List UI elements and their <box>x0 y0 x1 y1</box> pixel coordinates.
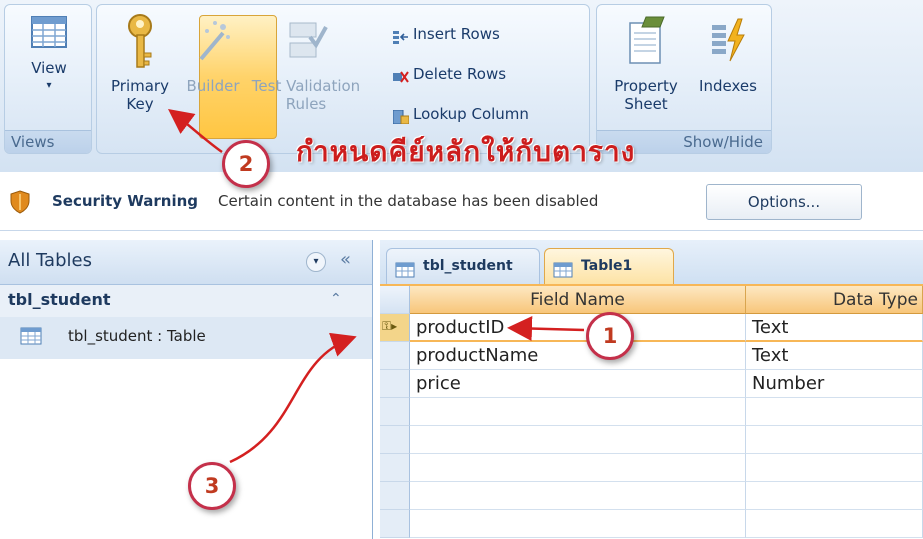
options-button[interactable]: Options... <box>706 184 862 220</box>
security-warning-bar: Security Warning Certain content in the … <box>0 172 923 231</box>
indexes-lightning-icon <box>708 13 748 71</box>
data-type-cell[interactable] <box>746 482 923 510</box>
field-name-cell[interactable] <box>410 426 746 454</box>
data-type-cell[interactable] <box>746 454 923 482</box>
insert-rows-label: Insert Rows <box>413 25 500 43</box>
row-selector[interactable] <box>380 370 410 398</box>
security-warning-message: Certain content in the database has been… <box>218 192 599 210</box>
document-tabs: tbl_student Table1 <box>380 240 923 286</box>
nav-dropdown-icon[interactable]: ▾ <box>306 252 326 272</box>
nav-item-label: tbl_student : Table <box>68 327 206 345</box>
primary-key-indicator-icon: ⚿▸ <box>382 319 398 333</box>
tab-label: Table1 <box>581 258 633 274</box>
property-sheet-label-1: Property <box>614 77 678 95</box>
property-sheet-button[interactable]: Property Sheet <box>605 13 687 113</box>
views-group: View ▾ Views <box>4 4 92 154</box>
collapse-group-icon[interactable]: ⌃ <box>330 291 342 307</box>
security-warning-title: Security Warning <box>52 192 199 210</box>
builder-label: Builder <box>186 77 240 95</box>
nav-group-header[interactable]: tbl_student ⌃ <box>0 285 372 318</box>
tab-tbl-student[interactable]: tbl_student <box>386 248 540 284</box>
primary-key-button[interactable]: Primary Key <box>103 13 177 113</box>
view-button[interactable]: View ▾ <box>15 13 83 95</box>
row-selector[interactable] <box>380 454 410 482</box>
delete-rows-icon <box>393 68 409 83</box>
table-icon <box>20 327 42 349</box>
nav-pane-header[interactable]: All Tables ▾ « <box>0 240 372 285</box>
row-selector[interactable]: ⚿▸ <box>380 314 410 342</box>
insert-rows-icon <box>393 28 409 44</box>
data-type-cell[interactable] <box>746 426 923 454</box>
row-selector[interactable] <box>380 510 410 538</box>
data-type-header[interactable]: Data Type <box>746 286 923 314</box>
view-icon <box>29 13 69 53</box>
primary-key-label-1: Primary <box>111 77 169 95</box>
lookup-column-button[interactable]: Lookup Column <box>392 103 529 125</box>
thai-caption: กำหนดคีย์หลักให้กับตาราง <box>296 135 636 168</box>
data-type-cell[interactable] <box>746 510 923 538</box>
nav-group-label: tbl_student <box>8 290 111 309</box>
test-validation-rules-button[interactable]: Test Validation Rules <box>251 13 361 113</box>
test-validation-label-2: Rules <box>285 95 327 113</box>
step-2-marker: 2 <box>222 140 270 188</box>
indexes-button[interactable]: Indexes <box>693 13 763 95</box>
field-name-cell[interactable]: productID <box>410 314 746 342</box>
builder-wand-icon <box>193 13 233 71</box>
nav-pane-title: All Tables <box>8 250 92 271</box>
navigation-pane: All Tables ▾ « tbl_student ⌃ tbl_student… <box>0 240 373 539</box>
collapse-pane-icon[interactable]: « <box>340 249 351 270</box>
row-selector[interactable] <box>380 342 410 370</box>
row-selector[interactable] <box>380 398 410 426</box>
data-type-cell[interactable]: Text <box>746 314 923 342</box>
row-selector[interactable] <box>380 482 410 510</box>
test-validation-label-1: Test Validation <box>251 77 361 95</box>
property-sheet-label-2: Sheet <box>624 95 668 113</box>
shield-icon <box>10 190 30 218</box>
property-sheet-icon <box>624 13 668 71</box>
key-icon <box>120 13 160 71</box>
delete-rows-button[interactable]: Delete Rows <box>393 63 506 85</box>
field-name-cell[interactable] <box>410 398 746 426</box>
step-3-marker: 3 <box>188 462 236 510</box>
field-name-cell[interactable] <box>410 454 746 482</box>
indexes-label: Indexes <box>699 77 757 95</box>
field-name-header[interactable]: Field Name <box>410 286 746 314</box>
lookup-column-icon <box>392 108 410 124</box>
field-name-cell[interactable] <box>410 510 746 538</box>
table-design-grid: Field Name Data Type ⚿▸ productID Text p… <box>380 286 923 539</box>
insert-rows-button[interactable]: Insert Rows <box>393 23 500 45</box>
select-all-corner[interactable] <box>380 286 410 314</box>
chevron-down-icon: ▾ <box>46 80 52 91</box>
field-name-cell[interactable] <box>410 482 746 510</box>
view-label: View <box>31 59 67 77</box>
tab-label: tbl_student <box>423 258 513 274</box>
primary-key-label-2: Key <box>126 95 154 113</box>
tab-table1[interactable]: Table1 <box>544 248 674 284</box>
builder-button[interactable]: Builder <box>181 13 245 95</box>
step-1-marker: 1 <box>586 312 634 360</box>
lookup-column-label: Lookup Column <box>413 105 529 123</box>
delete-rows-label: Delete Rows <box>413 65 507 83</box>
data-type-cell[interactable] <box>746 398 923 426</box>
field-name-cell[interactable]: price <box>410 370 746 398</box>
field-name-cell[interactable]: productName <box>410 342 746 370</box>
validation-checklist-icon <box>284 13 328 71</box>
nav-item-tbl-student[interactable]: tbl_student : Table <box>0 317 372 359</box>
data-type-cell[interactable]: Number <box>746 370 923 398</box>
data-type-cell[interactable]: Text <box>746 342 923 370</box>
row-selector[interactable] <box>380 426 410 454</box>
views-group-label: Views <box>5 130 91 153</box>
